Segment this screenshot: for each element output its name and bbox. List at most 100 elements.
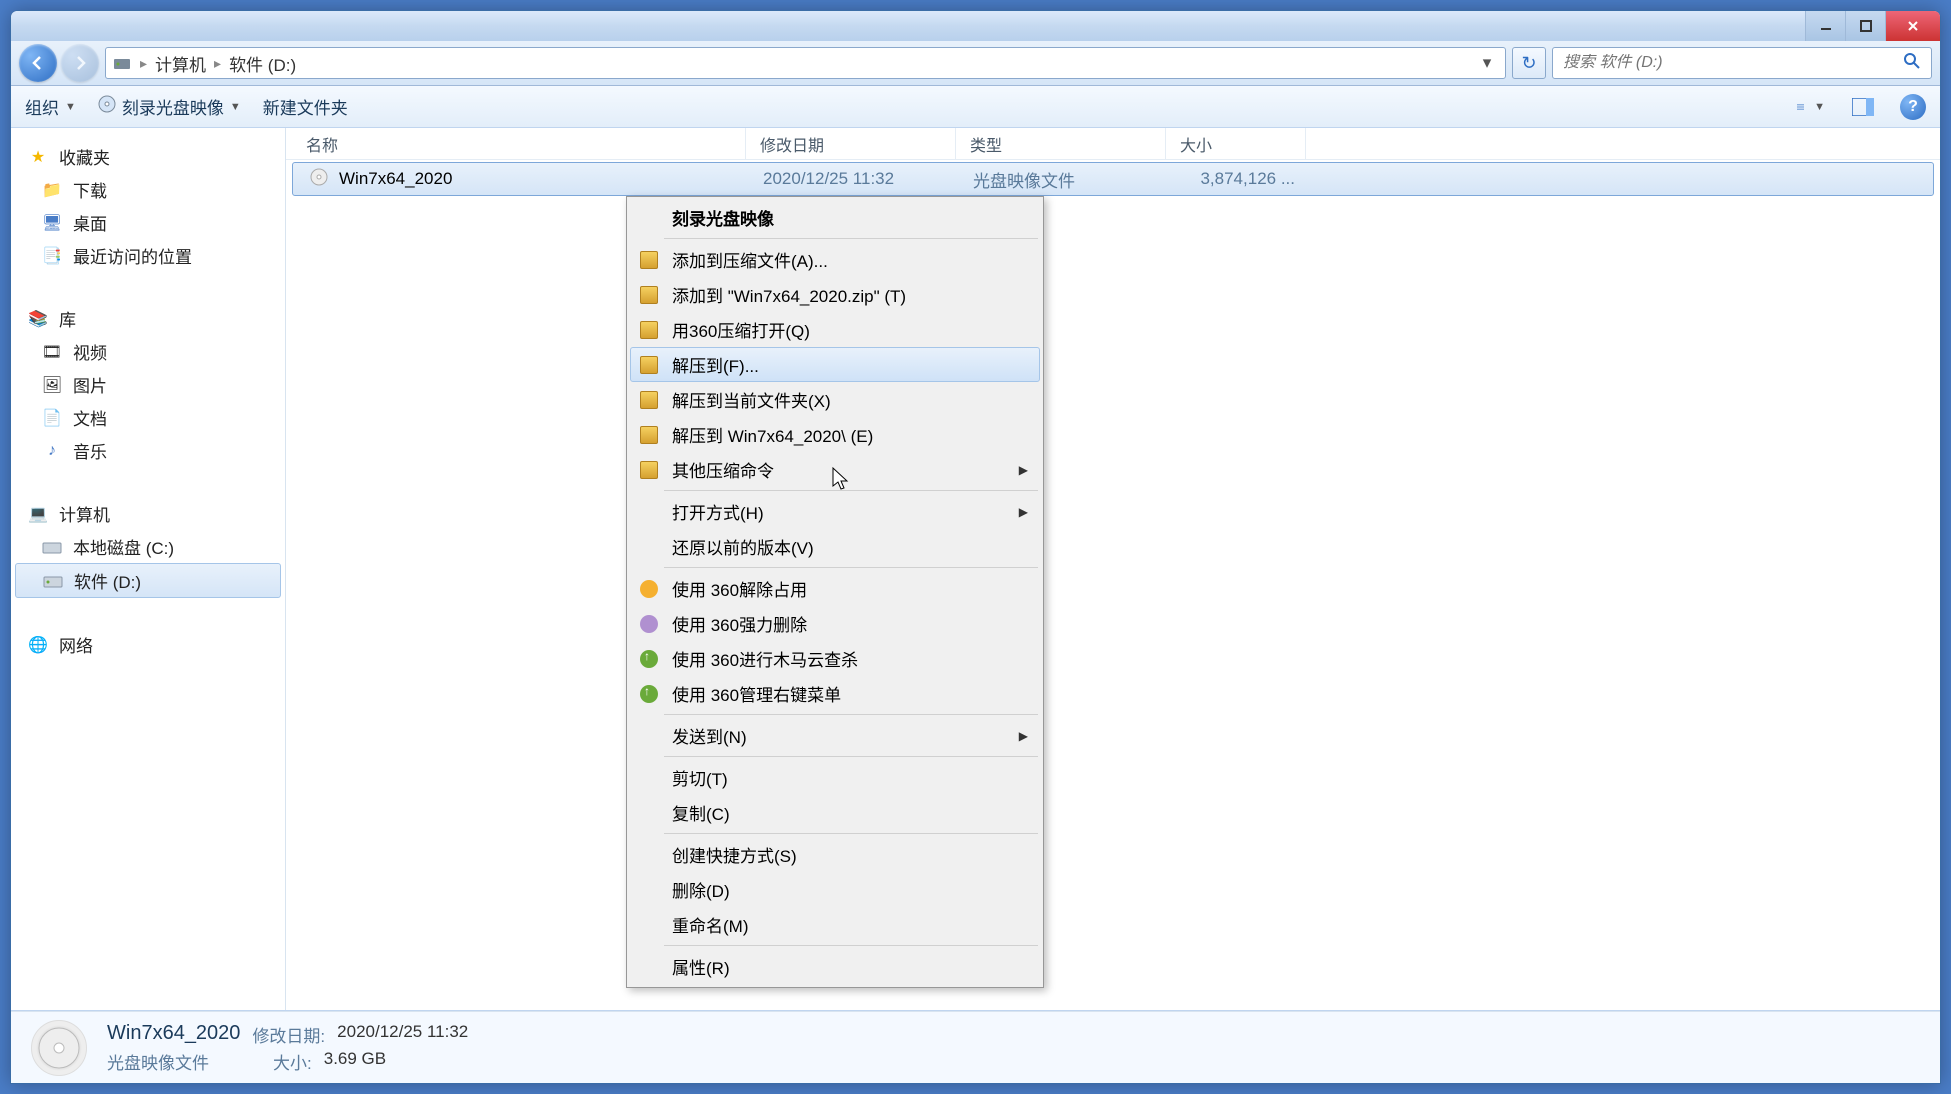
sidebar-item-desktop[interactable]: 🖥 桌面 — [11, 206, 285, 239]
details-date: 2020/12/25 11:32 — [337, 1022, 468, 1047]
ctx-shortcut[interactable]: 创建快捷方式(S) — [630, 837, 1040, 872]
file-row[interactable]: Win7x64_2020 2020/12/25 11:32 光盘映像文件 3,8… — [292, 162, 1934, 196]
maximize-button[interactable] — [1845, 11, 1885, 41]
disc-icon — [98, 95, 116, 118]
toolbar: 组织 ▼ 刻录光盘映像 ▼ 新建文件夹 ▼ ? — [11, 86, 1940, 128]
column-headers: 名称 修改日期 类型 大小 — [286, 128, 1940, 160]
ctx-restore-version[interactable]: 还原以前的版本(V) — [630, 529, 1040, 564]
search-icon — [1903, 52, 1921, 75]
ctx-extract-to[interactable]: 解压到(F)... — [630, 347, 1040, 382]
sidebar-item-recent[interactable]: 📑 最近访问的位置 — [11, 239, 285, 272]
ctx-send-to[interactable]: 发送到(N) ▶ — [630, 718, 1040, 753]
sidebar-computer-head[interactable]: 💻 计算机 — [11, 497, 285, 530]
breadcrumb[interactable]: ▸ 计算机 ▸ 软件 (D:) ▾ — [105, 47, 1506, 79]
ctx-rename[interactable]: 重命名(M) — [630, 907, 1040, 942]
computer-icon: 💻 — [27, 503, 49, 525]
ctx-extract-here[interactable]: 解压到当前文件夹(X) — [630, 382, 1040, 417]
drive-icon — [42, 570, 64, 592]
drive-icon — [41, 536, 63, 558]
sidebar-item-downloads[interactable]: 📁 下载 — [11, 173, 285, 206]
sidebar-network-head[interactable]: 🌐 网络 — [11, 628, 285, 661]
refresh-button[interactable]: ↻ — [1512, 47, 1546, 79]
sidebar-item-pictures[interactable]: 🖼 图片 — [11, 368, 285, 401]
ctx-delete[interactable]: 删除(D) — [630, 872, 1040, 907]
close-button[interactable] — [1885, 11, 1940, 41]
burn-label: 刻录光盘映像 — [122, 94, 224, 119]
forward-button[interactable] — [61, 44, 99, 82]
ctx-properties[interactable]: 属性(R) — [630, 949, 1040, 984]
sidebar-favorites-head[interactable]: ★ 收藏夹 — [11, 140, 285, 173]
sidebar-item-videos[interactable]: 🎞 视频 — [11, 335, 285, 368]
context-menu: 刻录光盘映像 添加到压缩文件(A)... 添加到 "Win7x64_2020.z… — [626, 196, 1044, 988]
zip-icon — [638, 459, 660, 481]
minimize-button[interactable] — [1805, 11, 1845, 41]
back-button[interactable] — [19, 44, 57, 82]
ctx-copy[interactable]: 复制(C) — [630, 795, 1040, 830]
sidebar-libraries-head[interactable]: 📚 库 — [11, 302, 285, 335]
details-pane: Win7x64_2020 修改日期: 2020/12/25 11:32 光盘映像… — [11, 1011, 1940, 1083]
ctx-360-unlock[interactable]: 使用 360解除占用 — [630, 571, 1040, 606]
breadcrumb-seg[interactable]: 计算机 — [155, 51, 206, 76]
column-date[interactable]: 修改日期 — [746, 128, 956, 159]
chevron-right-icon: ▸ — [214, 55, 221, 72]
video-icon: 🎞 — [41, 341, 63, 363]
picture-icon: 🖼 — [41, 374, 63, 396]
ctx-add-zip[interactable]: 添加到 "Win7x64_2020.zip" (T) — [630, 277, 1040, 312]
sidebar-item-drive-c[interactable]: 本地磁盘 (C:) — [11, 530, 285, 563]
library-icon: 📚 — [27, 308, 49, 330]
ctx-open-360zip[interactable]: 用360压缩打开(Q) — [630, 312, 1040, 347]
details-date-label: 修改日期: — [252, 1022, 325, 1047]
file-date: 2020/12/25 11:32 — [749, 169, 959, 189]
preview-pane-button[interactable] — [1848, 94, 1878, 120]
new-folder-label: 新建文件夹 — [263, 94, 348, 119]
360-icon — [638, 648, 660, 670]
network-icon: 🌐 — [27, 634, 49, 656]
chevron-right-icon: ▶ — [1019, 729, 1028, 743]
ctx-360-menu[interactable]: 使用 360管理右键菜单 — [630, 676, 1040, 711]
details-size-label: 大小: — [273, 1049, 312, 1074]
ctx-extract-folder[interactable]: 解压到 Win7x64_2020\ (E) — [630, 417, 1040, 452]
help-button[interactable]: ? — [1900, 94, 1926, 120]
ctx-360-scan[interactable]: 使用 360进行木马云查杀 — [630, 641, 1040, 676]
360-icon — [638, 683, 660, 705]
zip-icon — [638, 389, 660, 411]
recent-icon: 📑 — [41, 245, 63, 267]
column-type[interactable]: 类型 — [956, 128, 1166, 159]
burn-image-button[interactable]: 刻录光盘映像 ▼ — [98, 94, 241, 119]
details-type: 光盘映像文件 — [107, 1049, 209, 1074]
sidebar-item-documents[interactable]: 📄 文档 — [11, 401, 285, 434]
nav-bar: ▸ 计算机 ▸ 软件 (D:) ▾ ↻ — [11, 41, 1940, 86]
document-icon: 📄 — [41, 407, 63, 429]
column-name[interactable]: 名称 — [286, 128, 746, 159]
ctx-360-force-delete[interactable]: 使用 360强力删除 — [630, 606, 1040, 641]
chevron-down-icon: ▼ — [230, 101, 241, 113]
sidebar-item-music[interactable]: ♪ 音乐 — [11, 434, 285, 467]
ctx-open-with[interactable]: 打开方式(H) ▶ — [630, 494, 1040, 529]
zip-icon — [638, 354, 660, 376]
disc-thumbnail-icon — [31, 1020, 87, 1076]
title-bar — [11, 11, 1940, 41]
chevron-right-icon: ▸ — [140, 55, 147, 72]
organize-menu[interactable]: 组织 ▼ — [25, 94, 76, 119]
new-folder-button[interactable]: 新建文件夹 — [263, 94, 348, 119]
search-box[interactable] — [1552, 47, 1932, 79]
search-input[interactable] — [1563, 54, 1903, 72]
details-size: 3.69 GB — [324, 1049, 386, 1074]
file-list: 名称 修改日期 类型 大小 Win7x64_2020 2020/12/25 11… — [286, 128, 1940, 1010]
ctx-add-archive[interactable]: 添加到压缩文件(A)... — [630, 242, 1040, 277]
360-icon — [638, 613, 660, 635]
breadcrumb-seg[interactable]: 软件 (D:) — [229, 51, 296, 76]
explorer-window: ▸ 计算机 ▸ 软件 (D:) ▾ ↻ 组织 ▼ 刻录光盘映像 ▼ — [10, 10, 1941, 1084]
sidebar-item-drive-d[interactable]: 软件 (D:) — [15, 563, 281, 598]
ctx-cut[interactable]: 剪切(T) — [630, 760, 1040, 795]
desktop-icon: 🖥 — [41, 212, 63, 234]
view-mode-button[interactable]: ▼ — [1796, 94, 1826, 120]
sidebar: ★ 收藏夹 📁 下载 🖥 桌面 📑 最近访问的位置 📚 — [11, 128, 286, 1010]
column-size[interactable]: 大小 — [1166, 128, 1306, 159]
zip-icon — [638, 249, 660, 271]
file-type: 光盘映像文件 — [959, 167, 1169, 192]
file-size: 3,874,126 ... — [1169, 169, 1309, 189]
breadcrumb-dropdown[interactable]: ▾ — [1475, 53, 1499, 73]
ctx-other-zip[interactable]: 其他压缩命令 ▶ — [630, 452, 1040, 487]
ctx-burn-image[interactable]: 刻录光盘映像 — [630, 200, 1040, 235]
